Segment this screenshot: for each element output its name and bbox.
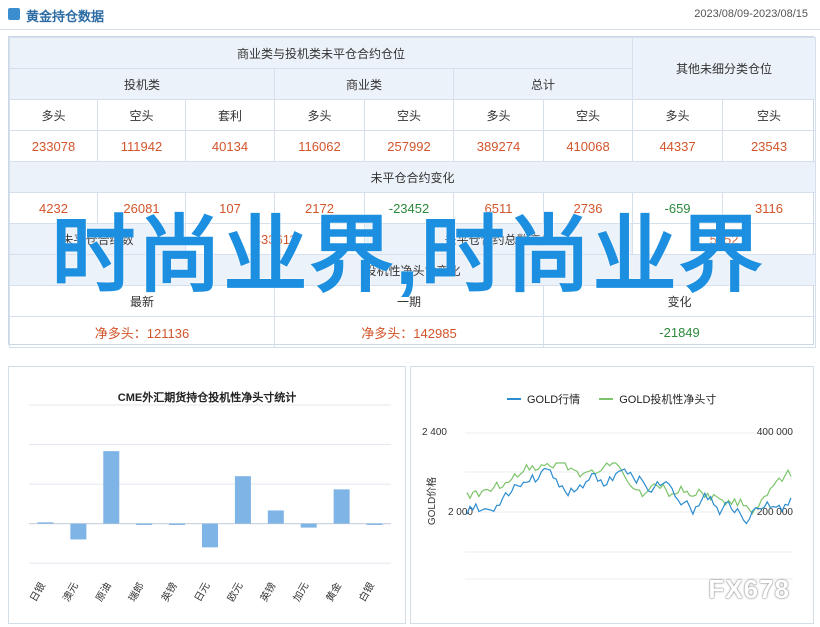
x-tick-label: 加元 — [291, 581, 311, 604]
date-range: 2023/08/09-2023/08/15 — [694, 8, 808, 20]
open-interest-label: 未平仓合约数 — [9, 223, 186, 255]
x-tick-label: 白银 — [356, 580, 377, 604]
position-value: 410068 — [542, 130, 634, 162]
x-tick-label: 日银 — [27, 580, 48, 604]
series-line-net-position — [466, 467, 792, 525]
group-header-other: 其他未细分类仓位 — [632, 37, 817, 100]
group-header-main: 商业类与投机类未平仓合约仓位 — [8, 37, 634, 69]
group-speculative: 投机类 — [9, 68, 275, 100]
net-long-prev: 净多头：142985 — [274, 316, 544, 348]
sub-header: 套利 — [185, 99, 275, 131]
change-value: 2172 — [274, 192, 365, 224]
position-value: 233078 — [9, 130, 98, 162]
bar — [333, 489, 350, 524]
sub-header: 空头 — [364, 99, 454, 131]
sub-header: 多头 — [453, 99, 544, 131]
bar — [267, 510, 284, 524]
bar — [70, 523, 87, 540]
bar — [136, 523, 153, 525]
net-section-title: 投机性净头寸变化 — [8, 254, 817, 286]
sub-header: 多头 — [274, 99, 365, 131]
x-tick-label: 英镑 — [257, 580, 278, 604]
position-value: 389274 — [453, 130, 544, 162]
y-tick-label: 2 400 — [422, 427, 447, 438]
change-value: 3116 — [722, 192, 817, 224]
bar — [202, 523, 218, 548]
x-tick-label: 澳元 — [60, 580, 81, 604]
watermark: FX678 — [708, 574, 790, 604]
bar — [234, 476, 251, 524]
x-tick-label: 黄金 — [323, 580, 344, 604]
bar — [300, 523, 317, 528]
x-tick-label: 瑞郎 — [126, 580, 147, 604]
position-value: 44337 — [632, 130, 724, 162]
prev-label: 一期 — [274, 285, 544, 317]
change-value: 6511 — [453, 192, 544, 224]
gold-icon — [8, 8, 20, 20]
open-interest-change-value: 5852 — [632, 223, 817, 255]
x-tick-label: 欧元 — [225, 581, 245, 604]
net-long-latest: 净多头：121136 — [9, 316, 275, 348]
bar — [37, 522, 54, 524]
position-value: 40134 — [185, 130, 275, 162]
bar — [169, 523, 186, 525]
group-commercial: 商业类 — [274, 68, 454, 100]
position-table: 商业类与投机类未平仓合约仓位 其他未细分类仓位 投机类 商业类 总计 多头 空头… — [8, 36, 817, 348]
position-value: 257992 — [364, 130, 454, 162]
change-value: 26081 — [97, 192, 186, 224]
sub-header: 多头 — [9, 99, 98, 131]
change-section-title: 未平仓合约变化 — [8, 161, 817, 193]
position-value: 23543 — [722, 130, 817, 162]
position-value: 111942 — [97, 130, 186, 162]
latest-label: 最新 — [9, 285, 275, 317]
open-interest-value: 433611 — [185, 223, 365, 255]
change-value: 107 — [185, 192, 275, 224]
change-label: 变化 — [542, 285, 817, 317]
x-tick-label: 英镑 — [158, 580, 179, 604]
page-header: 黄金持仓数据 2023/08/09-2023/08/15 — [0, 0, 820, 30]
sub-header: 多头 — [632, 99, 724, 131]
y-axis-label: GOLD价格 — [425, 477, 438, 525]
change-value: 2736 — [542, 192, 634, 224]
sub-header: 空头 — [542, 99, 634, 131]
cme-net-position-chart: CME外汇期货持仓投机性净头寸统计 日银 澳元 原油 瑞郎 英镑 日元 欧元 英镑 加元 黄金 白银 — [8, 366, 406, 624]
open-interest-change-label: 未平仓合约总数变化 — [363, 223, 634, 255]
sub-header: 空头 — [97, 99, 186, 131]
page-title: 黄金持仓数据 — [26, 9, 105, 24]
net-change: -21849 — [542, 316, 817, 348]
series-line-gold-price — [466, 462, 792, 515]
y-tick-label: 400 000 — [757, 427, 794, 438]
change-value: -23452 — [364, 192, 454, 224]
bar-chart: 日银 澳元 原油 瑞郎 英镑 日元 欧元 英镑 加元 黄金 白银 — [27, 404, 391, 604]
group-total: 总计 — [452, 68, 634, 100]
bar — [103, 451, 120, 524]
x-tick-label: 原油 — [93, 580, 114, 604]
sub-header: 空头 — [722, 99, 817, 131]
bar — [366, 523, 383, 525]
change-value: 4232 — [9, 192, 98, 224]
x-tick-label: 日元 — [193, 581, 213, 604]
position-value: 116062 — [274, 130, 365, 162]
change-value: -659 — [632, 192, 724, 224]
